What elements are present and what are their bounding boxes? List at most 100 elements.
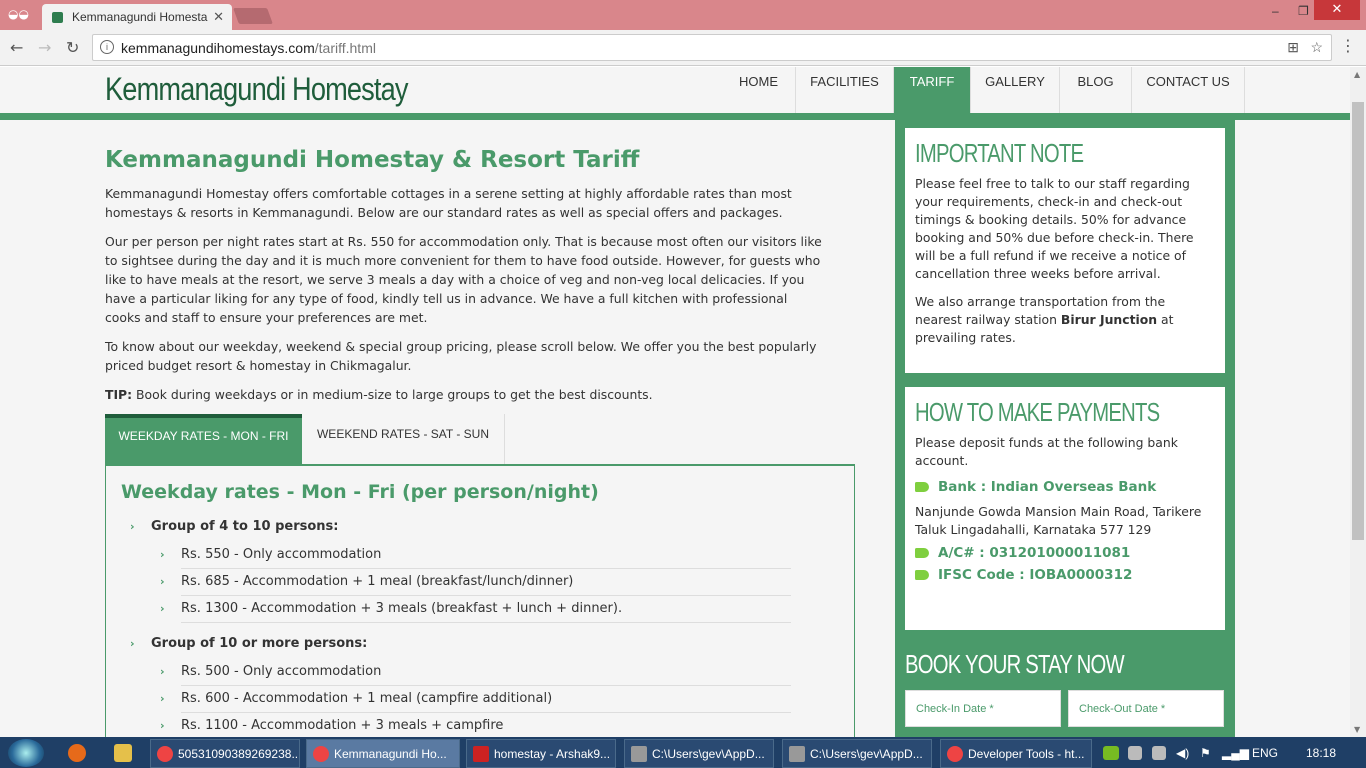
tag-icon	[915, 570, 929, 580]
payments-paragraph: Please deposit funds at the following ba…	[915, 435, 1178, 468]
signal-icon[interactable]: ▂▄▆	[1222, 746, 1249, 760]
check-in-date-field[interactable]: Check-In Date *	[905, 690, 1061, 727]
close-window-button[interactable]: ✕	[1314, 0, 1360, 20]
url-domain: kemmanagundihomestays.com	[121, 40, 315, 56]
payments-box: HOW TO MAKE PAYMENTS Please deposit fund…	[905, 387, 1225, 630]
site-header: Kemmanagundi Homestay HOME FACILITIES TA…	[0, 67, 1350, 113]
rate-item: Rs. 1100 - Accommodation + 3 meals + cam…	[181, 718, 504, 733]
tag-icon	[915, 482, 929, 492]
rates-paragraph: Our per person per night rates start at …	[105, 234, 822, 325]
scroll-up-icon[interactable]: ▲	[1354, 70, 1360, 79]
new-tab-button[interactable]	[233, 8, 273, 24]
nav-home[interactable]: HOME	[722, 67, 796, 113]
firefox-icon[interactable]	[68, 744, 86, 762]
chrome-icon	[157, 746, 173, 762]
chevron-right-icon: ›	[130, 637, 135, 650]
tray-icon[interactable]	[1128, 746, 1142, 760]
nav-facilities[interactable]: FACILITIES	[796, 67, 894, 113]
rate-item: Rs. 600 - Accommodation + 1 meal (campfi…	[181, 686, 791, 713]
ifsc-text: IFSC Code : IOBA0000312	[938, 567, 1133, 583]
nav-blog[interactable]: BLOG	[1060, 67, 1132, 113]
panel-title: Weekday rates - Mon - Fri (per person/ni…	[121, 481, 599, 503]
chevron-right-icon: ›	[160, 719, 165, 732]
tab-weekend-rates[interactable]: WEEKEND RATES - SAT - SUN	[302, 414, 505, 465]
account-number: A/C# : 031201000011081	[915, 545, 1215, 561]
taskbar-label: C:\Users\gev\AppD...	[810, 747, 923, 761]
terminal-icon	[631, 746, 647, 762]
nvidia-icon[interactable]	[1103, 746, 1119, 760]
book-stay-title: BOOK YOUR STAY NOW	[905, 649, 1125, 679]
browser-titlebar: ◒◒ Kemmanagundi Homesta ✕ ‒ ❐ ✕	[0, 0, 1366, 30]
reload-icon[interactable]: ↻	[66, 38, 79, 57]
taskbar-item-devtools[interactable]: Developer Tools - ht...	[940, 739, 1092, 768]
incognito-icon: ◒◒	[8, 7, 29, 21]
chevron-right-icon: ›	[130, 520, 135, 533]
station-name: Birur Junction	[1060, 312, 1158, 327]
sidebar: IMPORTANT NOTE Please feel free to talk …	[895, 120, 1235, 737]
tag-icon	[915, 548, 929, 558]
chevron-right-icon: ›	[160, 575, 165, 588]
flag-icon[interactable]: ⚑	[1200, 746, 1211, 760]
note-paragraph: Please feel free to talk to our staff re…	[915, 176, 1194, 281]
rate-item: Rs. 1300 - Accommodation + 3 meals (brea…	[181, 596, 791, 623]
check-out-date-field[interactable]: Check-Out Date *	[1068, 690, 1224, 727]
filezilla-icon	[473, 746, 489, 762]
bank-address: Nanjunde Gowda Mansion Main Road, Tarike…	[915, 504, 1202, 537]
chevron-right-icon: ›	[160, 665, 165, 678]
clock[interactable]: 18:18	[1306, 746, 1336, 760]
chevron-right-icon: ›	[160, 692, 165, 705]
file-explorer-icon[interactable]	[114, 744, 132, 762]
nav-tariff[interactable]: TARIFF	[894, 67, 971, 113]
scrollbar-thumb[interactable]	[1352, 102, 1364, 540]
start-button[interactable]	[8, 739, 44, 767]
site-info-icon[interactable]: i	[100, 40, 114, 54]
page-scrollbar[interactable]: ▲ ▼	[1350, 67, 1366, 737]
taskbar-label: homestay - Arshak9...	[494, 747, 611, 761]
rate-item: Rs. 685 - Accommodation + 1 meal (breakf…	[181, 569, 791, 596]
browser-tab[interactable]: Kemmanagundi Homesta ✕	[42, 4, 232, 30]
tip-paragraph: TIP: Book during weekdays or in medium-s…	[105, 385, 825, 404]
back-icon[interactable]: ←	[10, 38, 23, 57]
taskbar-label: Kemmanagundi Ho...	[334, 747, 447, 761]
chevron-right-icon: ›	[160, 602, 165, 615]
account-text: A/C# : 031201000011081	[938, 545, 1131, 561]
restore-button[interactable]: ❐	[1298, 4, 1309, 18]
chrome-icon	[947, 746, 963, 762]
tab-close-icon[interactable]: ✕	[213, 9, 224, 25]
language-indicator[interactable]: ENG	[1252, 746, 1278, 760]
taskbar-item-cmd-1[interactable]: C:\Users\gev\AppD...	[624, 739, 774, 768]
tab-weekday-rates[interactable]: WEEKDAY RATES - MON - FRI	[105, 414, 302, 465]
important-note-box: IMPORTANT NOTE Please feel free to talk …	[905, 128, 1225, 373]
address-bar[interactable]: i kemmanagundihomestays.com/tariff.html …	[92, 34, 1332, 61]
page-title: Kemmanagundi Homestay & Resort Tariff	[105, 147, 640, 173]
chevron-right-icon: ›	[160, 548, 165, 561]
network-icon[interactable]	[1152, 746, 1166, 760]
weekday-rates-panel: Weekday rates - Mon - Fri (per person/ni…	[105, 464, 855, 737]
rate-item: Rs. 550 - Only accommodation	[181, 542, 791, 569]
ifsc-code: IFSC Code : IOBA0000312	[915, 567, 1215, 583]
taskbar-item-filezilla[interactable]: homestay - Arshak9...	[466, 739, 616, 768]
chrome-icon	[313, 746, 329, 762]
scroll-down-icon[interactable]: ▼	[1354, 725, 1360, 734]
taskbar-item-chrome-1[interactable]: 50531090389269238...	[150, 739, 300, 768]
taskbar-item-chrome-2[interactable]: Kemmanagundi Ho...	[306, 739, 460, 768]
transport-paragraph: We also arrange transportation from the …	[915, 293, 1215, 347]
forward-icon[interactable]: →	[38, 38, 51, 57]
nav-gallery[interactable]: GALLERY	[971, 67, 1060, 113]
volume-icon[interactable]: ◀)	[1176, 746, 1189, 760]
note-title: IMPORTANT NOTE	[915, 138, 1084, 168]
page-viewport: Kemmanagundi Homestay HOME FACILITIES TA…	[0, 67, 1350, 737]
taskbar-label: 50531090389269238...	[178, 747, 300, 761]
browser-toolbar: ← → ↻ i kemmanagundihomestays.com/tariff…	[0, 30, 1366, 66]
translate-icon[interactable]: ⊞	[1287, 39, 1299, 56]
taskbar-item-cmd-2[interactable]: C:\Users\gev\AppD...	[782, 739, 932, 768]
browser-menu-icon[interactable]: ⋮	[1340, 36, 1356, 55]
nav-contact-us[interactable]: CONTACT US	[1132, 67, 1245, 113]
taskbar-label: Developer Tools - ht...	[968, 747, 1085, 761]
tab-title: Kemmanagundi Homesta	[72, 10, 208, 24]
bookmark-star-icon[interactable]: ☆	[1310, 39, 1323, 56]
minimize-button[interactable]: ‒	[1272, 4, 1279, 18]
windows-taskbar: 50531090389269238... Kemmanagundi Ho... …	[0, 737, 1366, 768]
tip-label: TIP:	[105, 387, 133, 402]
site-logo[interactable]: Kemmanagundi Homestay	[105, 71, 409, 108]
